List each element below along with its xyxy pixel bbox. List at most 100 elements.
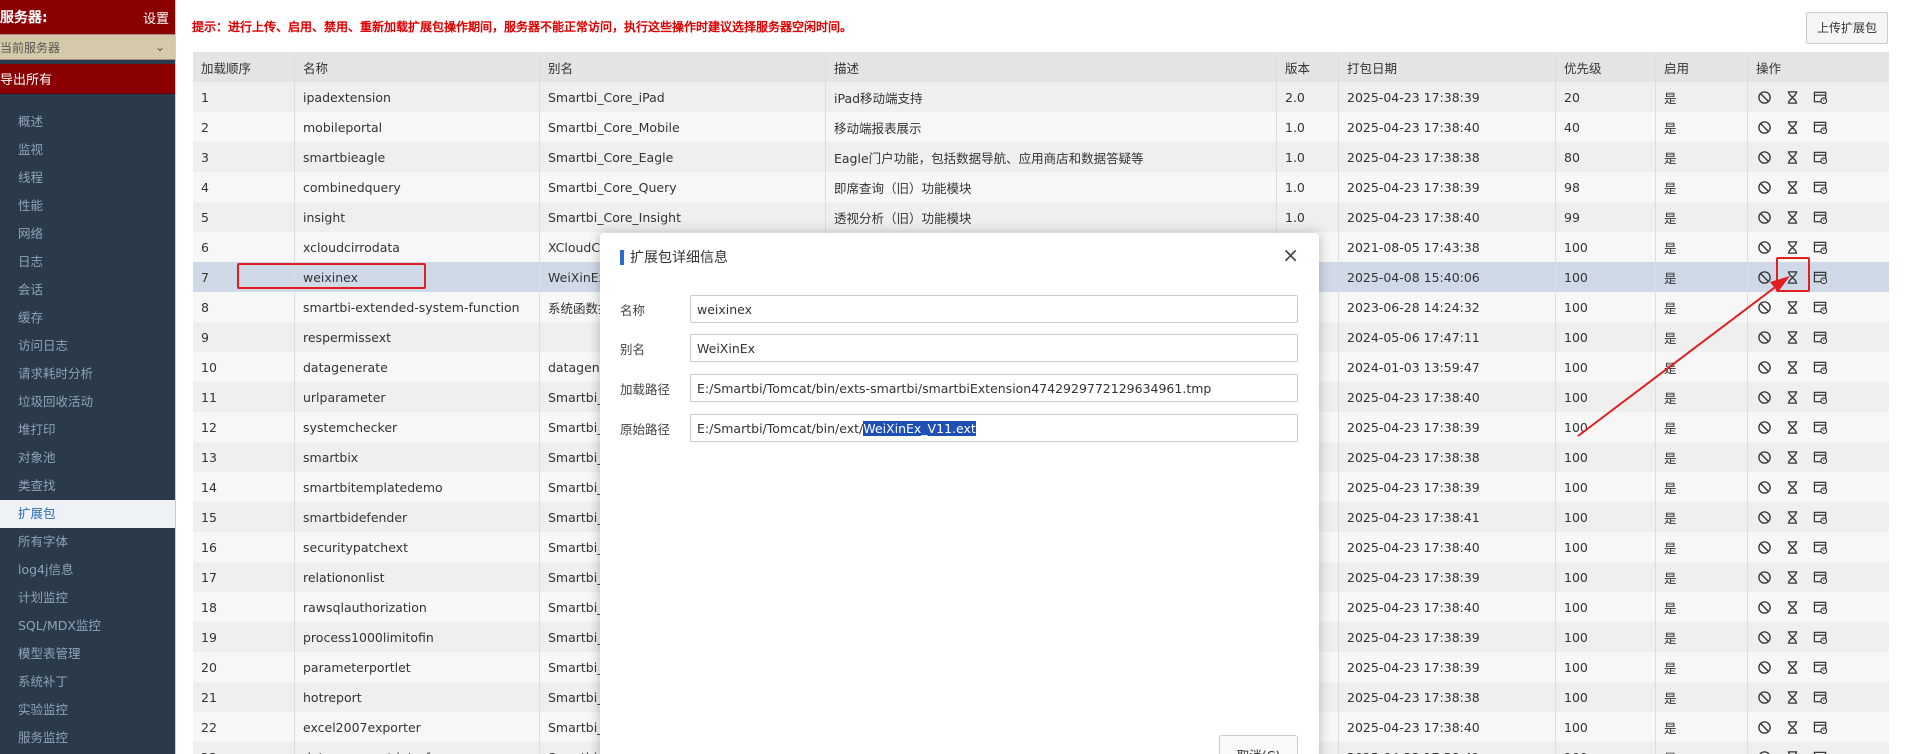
hourglass-icon[interactable] (1784, 239, 1800, 255)
detail-icon[interactable] (1812, 329, 1828, 345)
disable-icon[interactable] (1756, 89, 1772, 105)
detail-icon[interactable] (1812, 629, 1828, 645)
hourglass-icon[interactable] (1784, 449, 1800, 465)
alias-input[interactable]: WeiXinEx (690, 334, 1298, 362)
cancel-button[interactable]: 取消(C) (1219, 735, 1298, 754)
hourglass-icon[interactable] (1784, 119, 1800, 135)
table-row[interactable]: 4 combinedquery Smartbi_Core_Query 即席查询（旧）功… (193, 172, 1889, 202)
sidebar-item[interactable]: log4j信息 (0, 556, 175, 584)
sidebar-item[interactable]: 缓存 (0, 304, 175, 332)
sidebar-item[interactable]: 对象池 (0, 444, 175, 472)
sidebar-item[interactable]: 服务监控 (0, 724, 175, 752)
disable-icon[interactable] (1756, 449, 1772, 465)
export-all-button[interactable]: 导出所有 (0, 64, 175, 94)
disable-icon[interactable] (1756, 209, 1772, 225)
detail-icon[interactable] (1812, 599, 1828, 615)
hourglass-icon[interactable] (1784, 719, 1800, 735)
detail-icon[interactable] (1812, 149, 1828, 165)
detail-icon[interactable] (1812, 509, 1828, 525)
close-icon[interactable]: × (1282, 245, 1299, 265)
hourglass-icon[interactable] (1784, 599, 1800, 615)
disable-icon[interactable] (1756, 659, 1772, 675)
detail-icon[interactable] (1812, 539, 1828, 555)
hourglass-icon[interactable] (1784, 629, 1800, 645)
detail-icon[interactable] (1812, 689, 1828, 705)
hourglass-icon[interactable] (1784, 659, 1800, 675)
sidebar-item[interactable]: 请求耗时分析 (0, 360, 175, 388)
detail-icon[interactable] (1812, 749, 1828, 754)
upload-extension-button[interactable]: 上传扩展包 (1805, 12, 1888, 44)
detail-icon[interactable] (1812, 269, 1828, 285)
detail-icon[interactable] (1812, 569, 1828, 585)
hourglass-icon[interactable] (1784, 209, 1800, 225)
hourglass-icon[interactable] (1784, 569, 1800, 585)
sidebar-item[interactable]: 监视 (0, 136, 175, 164)
disable-icon[interactable] (1756, 359, 1772, 375)
hourglass-icon[interactable] (1784, 749, 1800, 754)
disable-icon[interactable] (1756, 629, 1772, 645)
sidebar-item[interactable]: SQL/MDX监控 (0, 612, 175, 640)
table-row[interactable]: 2 mobileportal Smartbi_Core_Mobile 移动端报表展示 1… (193, 112, 1889, 142)
disable-icon[interactable] (1756, 569, 1772, 585)
hourglass-icon[interactable] (1784, 509, 1800, 525)
hourglass-icon[interactable] (1784, 389, 1800, 405)
detail-icon[interactable] (1812, 89, 1828, 105)
detail-icon[interactable] (1812, 719, 1828, 735)
sidebar-item[interactable]: 堆打印 (0, 416, 175, 444)
sidebar-item[interactable]: 网络 (0, 220, 175, 248)
hourglass-icon[interactable] (1784, 359, 1800, 375)
disable-icon[interactable] (1756, 479, 1772, 495)
disable-icon[interactable] (1756, 239, 1772, 255)
hourglass-icon[interactable] (1784, 329, 1800, 345)
name-input[interactable]: weixinex (690, 295, 1298, 323)
detail-icon[interactable] (1812, 239, 1828, 255)
detail-icon[interactable] (1812, 479, 1828, 495)
sidebar-item[interactable]: 扩展包 (0, 500, 175, 528)
table-row[interactable]: 1 ipadextension Smartbi_Core_iPad iPad移动端支持… (193, 82, 1889, 112)
settings-link[interactable]: 设置 (143, 8, 169, 27)
detail-icon[interactable] (1812, 179, 1828, 195)
disable-icon[interactable] (1756, 599, 1772, 615)
load-path-input[interactable]: E:/Smartbi/Tomcat/bin/exts-smartbi/smart… (690, 374, 1298, 402)
table-row[interactable]: 5 insight Smartbi_Core_Insight 透视分析（旧）功能模块 1… (193, 202, 1889, 232)
detail-icon[interactable] (1812, 389, 1828, 405)
sidebar-item[interactable]: 日志 (0, 248, 175, 276)
disable-icon[interactable] (1756, 689, 1772, 705)
hourglass-icon[interactable] (1784, 179, 1800, 195)
server-select[interactable]: 当前服务器 ⌄ (0, 34, 175, 60)
disable-icon[interactable] (1756, 389, 1772, 405)
detail-icon[interactable] (1812, 419, 1828, 435)
sidebar-item[interactable]: 类查找 (0, 472, 175, 500)
disable-icon[interactable] (1756, 329, 1772, 345)
disable-icon[interactable] (1756, 539, 1772, 555)
hourglass-icon[interactable] (1784, 89, 1800, 105)
disable-icon[interactable] (1756, 119, 1772, 135)
hourglass-icon[interactable] (1784, 689, 1800, 705)
sidebar-item[interactable]: 模型表管理 (0, 640, 175, 668)
hourglass-icon[interactable] (1784, 149, 1800, 165)
hourglass-icon[interactable] (1784, 299, 1800, 315)
sidebar-item[interactable]: 所有字体 (0, 528, 175, 556)
disable-icon[interactable] (1756, 269, 1772, 285)
sidebar-item[interactable]: 实验监控 (0, 696, 175, 724)
sidebar-item[interactable]: 线程 (0, 164, 175, 192)
sidebar-item[interactable]: 性能 (0, 192, 175, 220)
sidebar-item[interactable]: 会话 (0, 276, 175, 304)
disable-icon[interactable] (1756, 179, 1772, 195)
disable-icon[interactable] (1756, 719, 1772, 735)
sidebar-item[interactable]: 概述 (0, 108, 175, 136)
disable-icon[interactable] (1756, 299, 1772, 315)
hourglass-icon[interactable] (1784, 419, 1800, 435)
hourglass-icon[interactable] (1784, 539, 1800, 555)
disable-icon[interactable] (1756, 419, 1772, 435)
sidebar-item[interactable]: 系统补丁 (0, 668, 175, 696)
detail-icon[interactable] (1812, 299, 1828, 315)
disable-icon[interactable] (1756, 149, 1772, 165)
disable-icon[interactable] (1756, 749, 1772, 754)
detail-icon[interactable] (1812, 209, 1828, 225)
detail-icon[interactable] (1812, 659, 1828, 675)
sidebar-item[interactable]: 垃圾回收活动 (0, 388, 175, 416)
table-row[interactable]: 3 smartbieagle Smartbi_Core_Eagle Eagle门户功能… (193, 142, 1889, 172)
original-path-input[interactable]: E:/Smartbi/Tomcat/bin/ext/WeiXinEx_V11.e… (690, 414, 1298, 442)
disable-icon[interactable] (1756, 509, 1772, 525)
